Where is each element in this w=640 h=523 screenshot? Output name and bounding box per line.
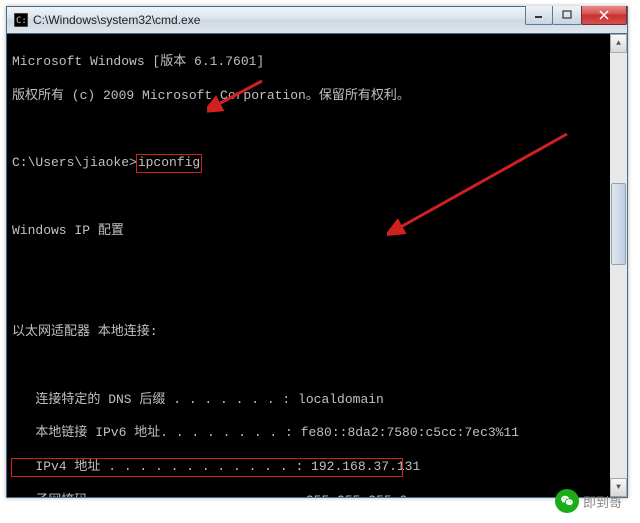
- header-line: 版权所有 (c) 2009 Microsoft Corporation。保留所有…: [12, 88, 605, 105]
- watermark: 即到哥: [555, 489, 622, 513]
- window-buttons: [526, 7, 627, 33]
- close-button[interactable]: [581, 6, 627, 25]
- cmd-icon: C:: [13, 12, 29, 28]
- adapter-title: 以太网适配器 本地连接:: [12, 324, 605, 341]
- wechat-icon: [555, 489, 579, 513]
- command-text: ipconfig: [138, 155, 200, 170]
- svg-text:C:: C:: [16, 16, 27, 26]
- watermark-text: 即到哥: [583, 492, 622, 511]
- header-line: Microsoft Windows [版本 6.1.7601]: [12, 54, 605, 71]
- config-row: IPv4 地址 . . . . . . . . . . . . : 192.16…: [12, 459, 402, 476]
- scroll-track[interactable]: [610, 53, 627, 478]
- prompt-prefix: C:\Users\jiaoke>: [12, 155, 137, 170]
- command-highlight: ipconfig: [137, 155, 201, 172]
- section-title: Windows IP 配置: [12, 223, 605, 240]
- terminal-output[interactable]: Microsoft Windows [版本 6.1.7601] 版权所有 (c)…: [7, 34, 610, 497]
- minimize-button[interactable]: [525, 6, 553, 25]
- config-row: 子网掩码 . . . . . . . . . . . . : 255.255.2…: [12, 493, 605, 497]
- titlebar[interactable]: C: C:\Windows\system32\cmd.exe: [7, 7, 627, 34]
- config-row: 本地链接 IPv6 地址. . . . . . . . : fe80::8da2…: [12, 425, 605, 442]
- vertical-scrollbar[interactable]: ▲ ▼: [610, 34, 627, 497]
- cmd-window: C: C:\Windows\system32\cmd.exe Microsoft…: [6, 6, 628, 498]
- scroll-up-button[interactable]: ▲: [610, 34, 627, 53]
- prompt-line: C:\Users\jiaoke>ipconfig: [12, 155, 605, 172]
- scroll-thumb[interactable]: [611, 183, 626, 265]
- ipv4-highlight: IPv4 地址 . . . . . . . . . . . . : 192.16…: [12, 459, 402, 476]
- window-title: C:\Windows\system32\cmd.exe: [33, 13, 526, 27]
- config-row: 连接特定的 DNS 后缀 . . . . . . . : localdomain: [12, 392, 605, 409]
- maximize-button[interactable]: [552, 6, 582, 25]
